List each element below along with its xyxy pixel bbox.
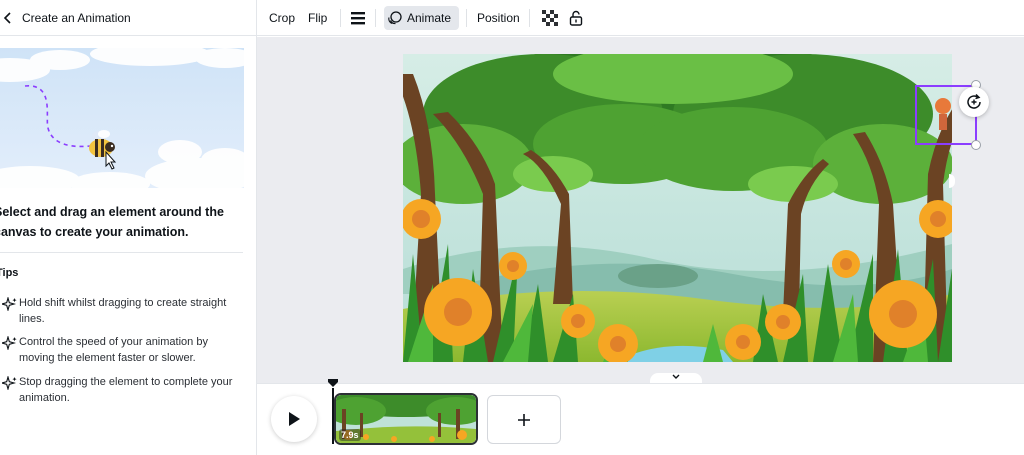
timeline-bar: 7.9s [257,379,1024,455]
tips-heading: Tips [0,267,19,279]
tip-item: Stop dragging the element to complete yo… [0,374,245,406]
crop-button[interactable]: Crop [265,6,299,30]
add-page-button[interactable] [487,395,561,444]
tip-item: Control the speed of your animation by m… [0,334,245,366]
instruction-text: Select and drag an element around the ca… [0,205,224,239]
sparkle-icon [2,297,17,311]
canvas-edge-nub [949,174,955,188]
tip-text: Hold shift whilst dragging to create str… [19,297,227,325]
sparkle-icon [2,336,17,350]
canvas-area [257,37,1024,385]
divider [0,252,243,253]
transparency-button[interactable] [538,6,562,30]
transparency-icon [542,10,558,26]
play-icon [289,412,300,426]
panel-header: Create an Animation [0,0,256,36]
line-style-button[interactable] [346,6,370,30]
page-thumbnail[interactable]: 7.9s [334,393,478,445]
duration-label: 7.9s [339,429,361,441]
back-button[interactable] [0,0,18,36]
toolbar-divider [466,9,467,27]
toolbar-divider [529,9,530,27]
flip-button[interactable]: Flip [304,6,331,30]
rotate-plus-icon [967,93,981,109]
refresh-animation-button[interactable] [959,87,989,117]
lock-button[interactable] [565,6,587,30]
sparkle-icon [2,376,17,390]
tip-item: Hold shift whilst dragging to create str… [0,295,245,327]
position-button[interactable]: Position [473,6,524,30]
resize-handle-bottom-right[interactable] [971,140,981,150]
animation-panel: Create an Animation Select and drag an e… [0,0,257,455]
chevron-down-icon [672,374,680,379]
tip-text: Control the speed of your animation by m… [19,336,208,364]
line-weight-icon [351,12,365,25]
playhead-marker-icon[interactable] [327,378,339,388]
unlock-icon [569,10,583,26]
animation-illustration [0,48,244,188]
toolbar-divider [340,9,341,27]
panel-title: Create an Animation [22,10,131,25]
animate-button[interactable]: Animate [384,6,459,30]
toolbar-divider [375,9,376,27]
forest-scene-image[interactable] [403,54,952,362]
chevron-left-icon [3,11,11,24]
play-button[interactable] [271,396,317,442]
editor-toolbar: Crop Flip Animate Position [257,0,1024,36]
plus-icon [518,413,530,426]
tip-text: Stop dragging the element to complete yo… [19,376,233,404]
animate-label: Animate [407,11,452,25]
animate-icon [388,11,402,25]
